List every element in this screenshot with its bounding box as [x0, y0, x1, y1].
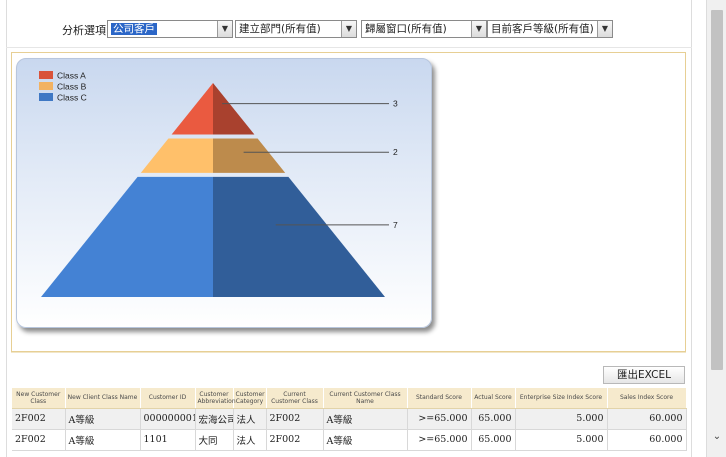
legend-label: Class B	[57, 82, 87, 92]
column-header: New Client Class Name	[65, 388, 141, 409]
pyramid-slices	[41, 83, 385, 297]
chart-panel: Class A Class B Class C 3 2 7	[11, 52, 686, 352]
legend-label: Class A	[57, 71, 86, 81]
pyramid-chart: Class AClass BClass C 3 2 7	[39, 71, 398, 297]
table-cell: 大同	[195, 429, 234, 451]
table-cell: 1101	[140, 429, 196, 451]
table-cell: 2F002	[12, 408, 66, 430]
customer-level-select[interactable]: 目前客戶等級(所有值) ▼	[487, 20, 613, 38]
filter-bar: 分析選項： 公司客戶 ▼ 建立部門(所有值) ▼ 歸屬窗口(所有值) ▼ 目前客…	[6, 8, 692, 48]
table-cell: 60.000	[607, 429, 687, 451]
column-header: Customer ID	[140, 388, 196, 409]
table-cell: A等級	[323, 429, 408, 451]
table-body: 2F002 A等級 000000001 宏海公司 法人 2F002 A等級 >=65.000 6…	[12, 408, 687, 451]
owner-window-select[interactable]: 歸屬窗口(所有值) ▼	[361, 20, 487, 38]
chart-card: Class A Class B Class C 3 2 7	[16, 58, 432, 328]
customer-type-select[interactable]: 公司客戶 ▼	[107, 20, 233, 38]
chevron-down-icon[interactable]: ▼	[341, 21, 356, 37]
legend-swatch	[39, 93, 53, 101]
results-table: New Customer Class New Client Class Name C…	[12, 388, 687, 451]
customer-level-value: 目前客戶等級(所有值)	[491, 23, 594, 35]
table-cell: 65.000	[471, 408, 516, 430]
legend-swatch	[39, 71, 53, 79]
table-cell: 5.000	[515, 429, 608, 451]
table-cell: 法人	[233, 408, 267, 430]
table-row[interactable]: 2F002 A等級 1101 大同 法人 2F002 A等級 >=65.000 65.000 5.…	[12, 429, 687, 451]
column-header: Sales Index Score	[607, 388, 687, 409]
department-value: 建立部門(所有值)	[239, 23, 321, 35]
table-header-row: New Customer Class New Client Class Name C…	[12, 388, 687, 409]
column-header: Current Customer Class	[266, 388, 324, 409]
chevron-down-icon[interactable]: ▼	[217, 21, 232, 37]
data-label: 3	[393, 99, 398, 109]
owner-window-value: 歸屬窗口(所有值)	[365, 23, 447, 35]
column-header: Enterprise Size Index Score	[515, 388, 608, 409]
pyramid-slice-left[interactable]	[140, 138, 213, 173]
table-cell: A等級	[65, 429, 141, 451]
table-cell: 65.000	[471, 429, 516, 451]
table-cell: 2F002	[266, 429, 324, 451]
legend-label: Class C	[57, 93, 87, 103]
pyramid-slice-right[interactable]	[213, 176, 385, 297]
column-header: New Customer Class	[12, 388, 66, 409]
table-cell: A等級	[323, 408, 408, 430]
table-cell: 5.000	[515, 408, 608, 430]
data-label: 2	[393, 147, 398, 157]
chevron-down-icon[interactable]: ▼	[471, 21, 486, 37]
table-cell: 2F002	[266, 408, 324, 430]
export-excel-button[interactable]: 匯出EXCEL	[603, 366, 685, 384]
scrollbar-thumb[interactable]	[711, 10, 723, 370]
column-header: Customer Abbreviation	[195, 388, 236, 409]
scroll-down-icon[interactable]: ⌄	[710, 430, 724, 444]
column-header: Actual Score	[471, 388, 516, 409]
table-cell: 60.000	[607, 408, 687, 430]
column-header: Standard Score	[407, 388, 472, 409]
table-cell: >=65.000	[407, 408, 472, 430]
pyramid-slice-right[interactable]	[213, 138, 286, 173]
table-row[interactable]: 2F002 A等級 000000001 宏海公司 法人 2F002 A等級 >=65.000 6…	[12, 408, 687, 430]
pyramid-slice-left[interactable]	[171, 83, 213, 135]
department-select[interactable]: 建立部門(所有值) ▼	[235, 20, 357, 38]
pyramid-slice-right[interactable]	[213, 83, 255, 135]
customer-type-value: 公司客戶	[111, 23, 157, 35]
column-header: Customer Category	[233, 388, 267, 409]
table-cell: 宏海公司	[195, 408, 234, 430]
panel-spacer	[11, 352, 686, 380]
chart-legend: Class AClass BClass C	[39, 71, 87, 103]
table-cell: 法人	[233, 429, 267, 451]
table-cell: >=65.000	[407, 429, 472, 451]
table-cell: 000000001	[140, 408, 196, 430]
chevron-down-icon[interactable]: ▼	[597, 21, 612, 37]
table-cell: 2F002	[12, 429, 66, 451]
vertical-scrollbar[interactable]: ⌄	[706, 0, 726, 457]
table-cell: A等級	[65, 408, 141, 430]
legend-swatch	[39, 82, 53, 90]
pyramid-slice-left[interactable]	[41, 176, 213, 297]
data-label: 7	[393, 220, 398, 230]
column-header: Current Customer Class Name	[323, 388, 408, 409]
